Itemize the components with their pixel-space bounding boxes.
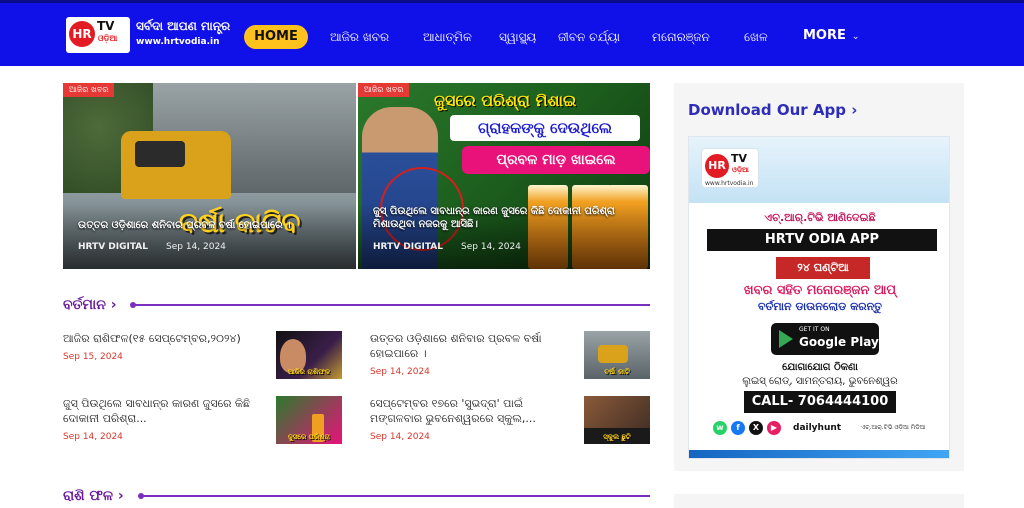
- ad-bottom-stripe: [689, 450, 949, 458]
- list-item-date: Sep 14, 2024: [370, 432, 430, 442]
- section-title-current[interactable]: ବର୍ତମାନ ›: [63, 297, 117, 313]
- nav-item-entertainment[interactable]: ମନୋରଞ୍ଜନ: [652, 29, 710, 45]
- list-item[interactable]: ଉତ୍ତର ଓଡ଼ିଶାରେ ଶନିବାର ପ୍ରବଳ ବର୍ଷା ହୋଇପାର…: [370, 331, 570, 378]
- ad-intro-text: ଏଚ୍.ଆର୍.ଟିଭି ଆଣିଦେଇଛି: [764, 211, 876, 224]
- play-store-icon: [779, 330, 793, 348]
- chevron-down-icon: ⌄: [851, 32, 860, 42]
- hero-author[interactable]: HRTV DIGITAL: [373, 242, 443, 252]
- list-item[interactable]: ଜୁସ୍ ପିଉଥିଲେ ସାବଧାନ୍ର କାରଣ ଜୁସରେ କିଛି ଦୋ…: [63, 396, 268, 443]
- nav-more-label: MORE: [803, 28, 846, 43]
- hero-banner-line1: ଜୁସରେ ପରିଶ୍ରା ମିଶାଇ: [434, 91, 577, 110]
- nav-item-spiritual[interactable]: ଆଧାତ୍ମିକ: [423, 29, 472, 45]
- hero-meta: HRTV DIGITAL Sep 14, 2024: [373, 241, 521, 253]
- app-advertisement[interactable]: HR TV ଓଡ଼ିଆ www.hrtvodia.in ଏଚ୍.ଆର୍.ଟିଭି…: [688, 136, 950, 459]
- nav-item-sports[interactable]: ଖେଳ: [744, 29, 768, 45]
- download-app-link[interactable]: Download Our App ›: [688, 100, 857, 120]
- list-item-thumbnail[interactable]: ସ୍କୁଲ ଛୁଟି: [584, 396, 650, 444]
- logo-odia-text: ଓଡ଼ିଆ: [98, 34, 118, 43]
- ad-subheadline: ବର୍ତମାନ ଡାଉନଲୋଡ କରନ୍ତୁ: [757, 300, 883, 313]
- list-item-thumbnail[interactable]: ଜୁସରେ ପରିଶ୍ରା: [276, 396, 342, 444]
- site-tagline: ସର୍ବଦା ଆପଣ ମାନ୍ତ୍ର: [136, 19, 231, 33]
- ad-logo-hr: HR: [705, 154, 729, 178]
- ad-logo-tv: TV: [731, 152, 748, 165]
- x-icon: X: [749, 421, 763, 435]
- ad-contact-heading: ଯୋଗାଯୋଗ ଠିକଣା: [782, 362, 858, 373]
- nav-more[interactable]: MORE ⌄: [803, 28, 859, 45]
- ad-logo: HR TV ଓଡ଼ିଆ www.hrtvodia.in: [701, 148, 759, 188]
- nav-home[interactable]: HOME: [244, 25, 308, 49]
- logo-tv-text: TV: [97, 19, 115, 33]
- sidebar-next-widget: [674, 494, 964, 508]
- nav-item-today-news[interactable]: ଆଜିର ଖବର: [330, 29, 389, 45]
- list-item-title[interactable]: ଜୁସ୍ ପିଉଥିଲେ ସାବଧାନ୍ର କାରଣ ଜୁସରେ କିଛି ଦୋ…: [63, 396, 268, 426]
- download-app-title: Download Our App: [688, 101, 846, 119]
- list-item-date: Sep 14, 2024: [63, 432, 123, 442]
- thumbnail-caption: ବର୍ଷା କାଟି: [604, 368, 630, 376]
- google-play-small-text: GET IT ON: [799, 326, 830, 333]
- dailyhunt-logo: dailyhunt: [793, 423, 842, 433]
- google-play-label: Google Play: [799, 335, 879, 349]
- ad-call-number: CALL- 7064444100: [744, 391, 896, 413]
- section-title-text: ବର୍ତମାନ: [63, 297, 106, 313]
- section-title-text: ରାଶି ଫଳ: [63, 488, 113, 504]
- chevron-right-icon: ›: [110, 297, 117, 313]
- facebook-icon: f: [731, 421, 745, 435]
- hero-meta: HRTV DIGITAL Sep 14, 2024: [78, 241, 226, 253]
- sidebar-app-widget: Download Our App › HR TV ଓଡ଼ିଆ www.hrtvo…: [674, 83, 964, 471]
- hero-banner-line3: ପ୍ରବଳ ମାଡ଼ ଖାଇଲେ: [462, 146, 650, 174]
- category-tag[interactable]: ଆଜିର ଖବର: [63, 83, 115, 97]
- list-item-title[interactable]: ଉତ୍ତର ଓଡ଼ିଶାରେ ଶନିବାର ପ୍ରବଳ ବର୍ଷା ହୋଇପାର…: [370, 331, 570, 361]
- ad-logo-url: www.hrtvodia.in: [705, 180, 754, 187]
- list-item[interactable]: ସେପ୍ଟେମ୍ବର ୧୭ରେ 'ସୁଭଦ୍ରା' ପାଇଁ ମଙ୍ଗଳବାର …: [370, 396, 570, 443]
- hero-banner-line2: ଗ୍ରାହକଙ୍କୁ ଦେଉଥିଲେ: [450, 115, 640, 141]
- chevron-right-icon: ›: [117, 488, 124, 504]
- thumbnail-caption: ଆଜିର ରାଶିଫଳ: [288, 368, 330, 376]
- site-header: HR TV ଓଡ଼ିଆ ସର୍ବଦା ଆପଣ ମାନ୍ତ୍ର www.hrtvo…: [0, 0, 1024, 66]
- chevron-right-icon: ›: [851, 101, 858, 119]
- category-tag[interactable]: ଆଜିର ଖବର: [358, 83, 410, 97]
- hero-image-autorickshaw: [121, 131, 231, 199]
- ad-app-name: HRTV ODIA APP: [707, 229, 937, 251]
- hero-date: Sep 14, 2024: [461, 242, 521, 252]
- youtube-icon: ▶: [767, 421, 781, 435]
- site-url: www.hrtvodia.in: [136, 37, 220, 47]
- ad-logo-odia: ଓଡ଼ିଆ: [732, 166, 749, 174]
- hero-date: Sep 14, 2024: [166, 242, 226, 252]
- thumbnail-caption: ସ୍କୁଲ ଛୁଟି: [603, 433, 631, 441]
- whatsapp-icon: w: [713, 421, 727, 435]
- section-divider: [130, 302, 650, 308]
- nav-item-health[interactable]: ସ୍ୱାସ୍ଥ୍ୟ: [499, 29, 536, 45]
- hero-title[interactable]: ଉତ୍ତର ଓଡ଼ିଶାରେ ଶନିବାର ପ୍ରବଳ ବର୍ଷା ହୋଇପାର…: [78, 219, 346, 232]
- hero-title[interactable]: ଜୁସ୍ ପିଉଥିଲେ ସାବଧାନ୍ର କାରଣ ଜୁସରେ କିଛି ଦୋ…: [373, 205, 641, 231]
- list-item-thumbnail[interactable]: ବର୍ଷା କାଟି: [584, 331, 650, 379]
- list-item-thumbnail[interactable]: ଆଜିର ରାଶିଫଳ: [276, 331, 342, 379]
- hero-card-juice[interactable]: ଜୁସରେ ପରିଶ୍ରା ମିଶାଇ ଗ୍ରାହକଙ୍କୁ ଦେଉଥିଲେ ପ…: [358, 83, 650, 269]
- section-divider: [138, 493, 650, 499]
- ad-headline: ଖବର ସହିତ ମନୋରଞ୍ଜନ ଆପ୍: [743, 283, 897, 298]
- section-title-rashifal[interactable]: ରାଶି ଫଳ ›: [63, 488, 124, 504]
- nav-item-lifestyle[interactable]: ଜୀବନ ଚର୍ଯ୍ୟା: [558, 29, 620, 45]
- hero-card-rain[interactable]: ବର୍ଷା କାଟିବ ଆଜିର ଖବର ଉତ୍ତର ଓଡ଼ିଶାରେ ଶନିବ…: [63, 83, 356, 269]
- thumbnail-caption: ଜୁସରେ ପରିଶ୍ରା: [288, 433, 330, 441]
- list-item-date: Sep 14, 2024: [370, 367, 430, 377]
- ad-contact-address: ଲୁଇସ୍ ରୋଡ୍, ସାମନ୍ତରାୟ, ଭୁବନେଶ୍ୱର: [742, 376, 898, 387]
- ad-footer-text: ଏଚ୍.ଆର୍.ଟିଭି ଓଡ଼ିଆ ମିଡିଆ: [861, 424, 926, 431]
- logo-hr-badge: HR: [69, 21, 95, 47]
- ad-social-icons: w f X ▶ dailyhunt ଏଚ୍.ଆର୍.ଟିଭି ଓଡ଼ିଆ ମିଡ…: [713, 421, 943, 437]
- hero-author[interactable]: HRTV DIGITAL: [78, 242, 148, 252]
- site-logo[interactable]: HR TV ଓଡ଼ିଆ: [66, 17, 130, 53]
- google-play-badge[interactable]: GET IT ON Google Play: [771, 323, 879, 355]
- list-item-title[interactable]: ସେପ୍ଟେମ୍ବର ୧୭ରେ 'ସୁଭଦ୍ରା' ପାଇଁ ମଙ୍ଗଳବାର …: [370, 396, 570, 426]
- ad-hours-badge: ୨୪ ଘଣ୍ଟିଆ: [776, 257, 870, 279]
